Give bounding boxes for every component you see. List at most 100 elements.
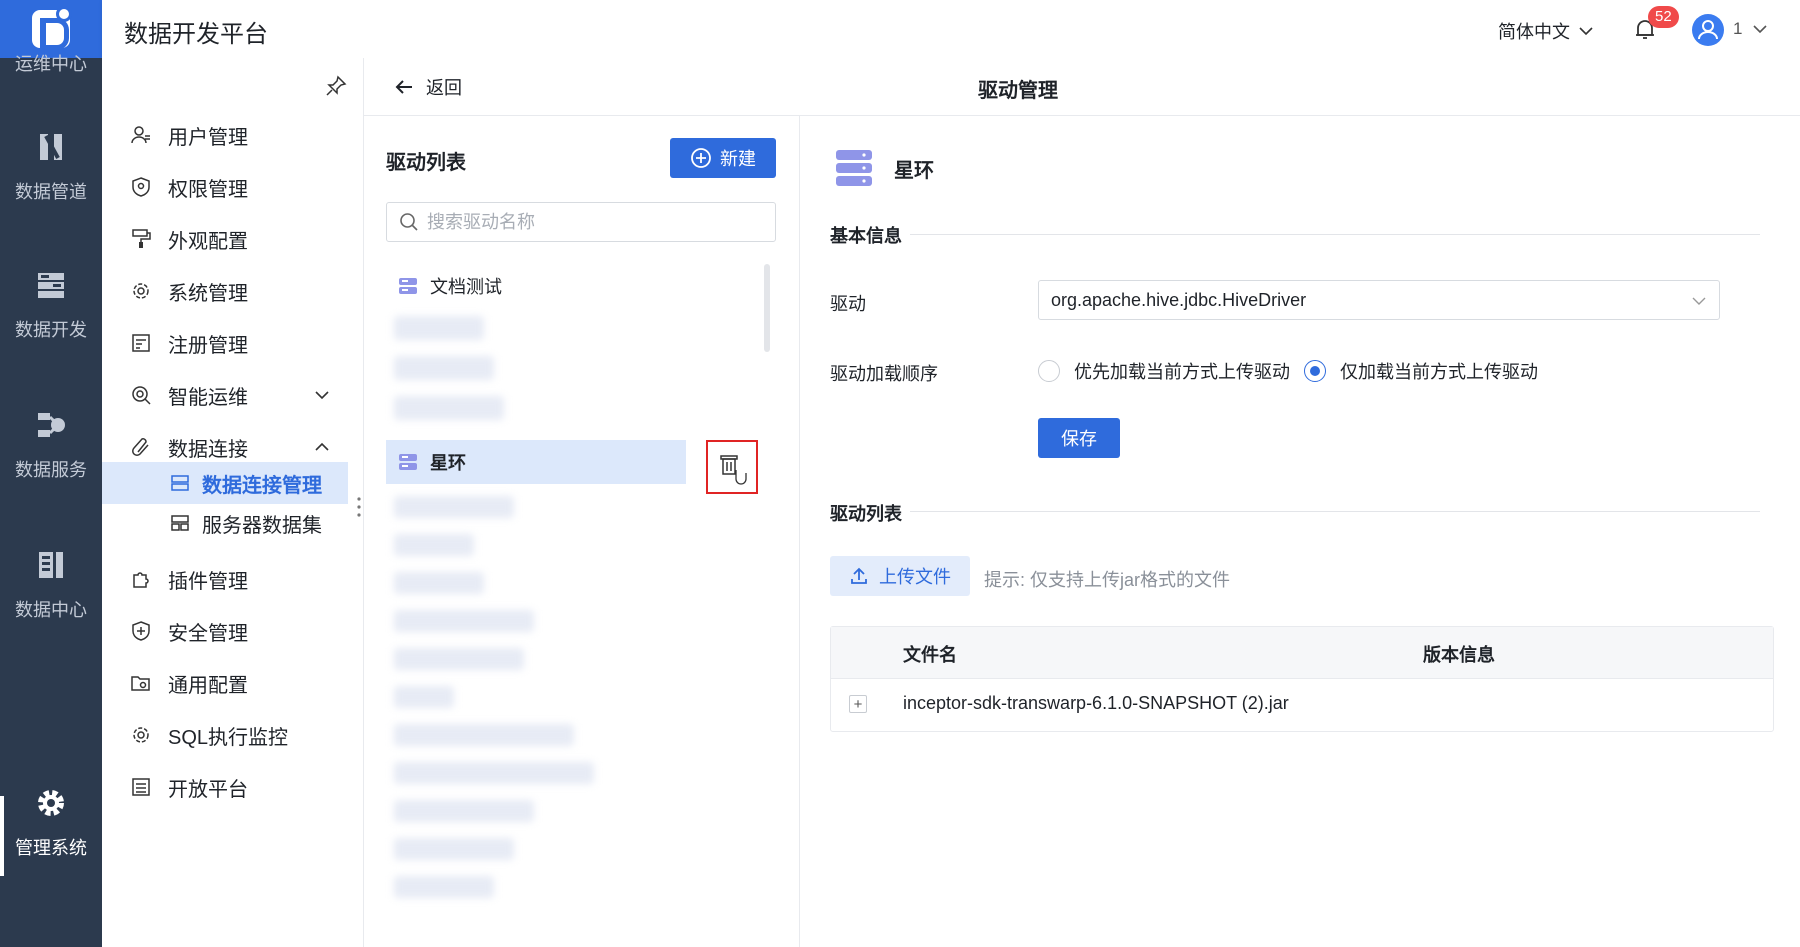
user-menu[interactable]: 1 bbox=[1733, 19, 1768, 39]
rail-item-service[interactable]: 数据服务 bbox=[0, 408, 102, 482]
menu-item-security[interactable]: 安全管理 bbox=[102, 606, 364, 656]
delete-driver-button[interactable] bbox=[706, 440, 758, 494]
back-label: 返回 bbox=[426, 78, 462, 98]
load-option-only[interactable]: 仅加载当前方式上传驱动 bbox=[1304, 358, 1538, 384]
folder-gear-icon bbox=[131, 676, 150, 691]
driver-files-title: 驱动列表 bbox=[830, 504, 902, 524]
driver-name: 星环 bbox=[894, 160, 934, 182]
page-title: 驱动管理 bbox=[978, 80, 1058, 102]
driver-list-item[interactable]: 文档测试 bbox=[386, 264, 706, 308]
menu-item-general-config[interactable]: 通用配置 bbox=[102, 658, 364, 708]
db-connection-icon bbox=[171, 475, 189, 491]
gear-icon bbox=[38, 790, 64, 816]
menu-item-permission[interactable]: 权限管理 bbox=[102, 162, 364, 212]
smart-ops-icon bbox=[132, 386, 151, 405]
plus-circle-icon bbox=[691, 148, 711, 168]
menu-item-plugin[interactable]: 插件管理 bbox=[102, 554, 364, 604]
blurred-driver-item bbox=[394, 496, 514, 518]
register-icon bbox=[132, 334, 150, 352]
shield-icon bbox=[132, 177, 150, 197]
save-button[interactable]: 保存 bbox=[1038, 418, 1120, 458]
logo-mark bbox=[32, 6, 72, 50]
list-scrollbar[interactable] bbox=[764, 264, 770, 352]
menu-item-register[interactable]: 注册管理 bbox=[102, 318, 364, 368]
service-icon bbox=[38, 413, 65, 437]
driver-detail-panel: 星环 基本信息 驱动 org.apache.hive.jdbc.HiveDriv… bbox=[800, 116, 1800, 947]
menu-item-label: 系统管理 bbox=[168, 282, 248, 305]
avatar[interactable] bbox=[1692, 14, 1724, 46]
rail-item-label: 管理系统 bbox=[15, 838, 87, 858]
radio-circle[interactable] bbox=[1038, 360, 1060, 382]
link-icon bbox=[132, 438, 149, 456]
data-center-icon bbox=[39, 552, 63, 578]
chevron-up-icon bbox=[315, 442, 329, 451]
basic-info-title: 基本信息 bbox=[830, 226, 902, 246]
notification-badge: 52 bbox=[1648, 6, 1679, 28]
menu-item-label: 开放平台 bbox=[168, 778, 248, 801]
menu-item-smart-ops[interactable]: 智能运维 bbox=[102, 370, 364, 420]
puzzle-icon bbox=[133, 572, 149, 588]
blurred-driver-item bbox=[394, 610, 534, 632]
driver-item-label: 文档测试 bbox=[430, 277, 502, 297]
driver-item-label: 星环 bbox=[430, 453, 466, 473]
section-divider bbox=[910, 234, 1760, 235]
server-dataset-icon bbox=[171, 515, 189, 531]
chevron-down-icon bbox=[315, 391, 329, 400]
rail-item-management[interactable]: 管理系统 bbox=[0, 786, 102, 860]
menu-item-label: 外观配置 bbox=[168, 230, 248, 253]
menu-item-system[interactable]: 系统管理 bbox=[102, 266, 364, 316]
driver-search bbox=[386, 202, 776, 242]
menu-item-label: 权限管理 bbox=[168, 178, 248, 201]
load-option-priority[interactable]: 优先加载当前方式上传驱动 bbox=[1038, 358, 1290, 384]
database-icon bbox=[399, 454, 417, 470]
rail-item-label: 数据开发 bbox=[15, 320, 87, 340]
new-driver-button[interactable]: 新建 bbox=[670, 138, 776, 178]
submenu-item-server-dataset[interactable]: 服务器数据集 bbox=[102, 502, 364, 544]
monitor-icon bbox=[133, 727, 149, 743]
rail-item-pipeline[interactable]: 数据管道 bbox=[0, 130, 102, 204]
menu-item-label: SQL执行监控 bbox=[168, 726, 289, 749]
paint-roller-icon bbox=[132, 229, 151, 248]
back-button[interactable]: 返回 bbox=[394, 74, 462, 100]
expand-row-button[interactable]: + bbox=[849, 695, 867, 713]
upload-icon bbox=[851, 567, 867, 584]
chevron-down-icon bbox=[1692, 297, 1706, 305]
file-name-cell: inceptor-sdk-transwarp-6.1.0-SNAPSHOT (2… bbox=[903, 693, 1289, 713]
rail-item-data-center[interactable]: 数据中心 bbox=[0, 548, 102, 622]
user-avatar-icon bbox=[1698, 20, 1718, 40]
menu-item-label: 用户管理 bbox=[168, 126, 248, 149]
menu-item-user[interactable]: 用户管理 bbox=[102, 110, 364, 160]
upload-label: 上传文件 bbox=[879, 567, 951, 587]
chevron-down-icon bbox=[1753, 25, 1768, 34]
driver-list-item-selected[interactable]: 星环 bbox=[386, 440, 686, 484]
driver-select[interactable]: org.apache.hive.jdbc.HiveDriver bbox=[1038, 280, 1720, 320]
app-title: 数据开发平台 bbox=[124, 21, 268, 48]
column-header-version: 版本信息 bbox=[1423, 645, 1495, 665]
rail-item-develop[interactable]: 数据开发 bbox=[0, 268, 102, 342]
blurred-driver-item bbox=[394, 396, 504, 420]
radio-label: 仅加载当前方式上传驱动 bbox=[1340, 362, 1538, 382]
driver-search-input[interactable] bbox=[427, 211, 757, 233]
driver-files-table: 文件名 版本信息 + inceptor-sdk-transwarp-6.1.0-… bbox=[830, 626, 1774, 732]
menu-item-label: 通用配置 bbox=[168, 674, 248, 697]
pin-icon[interactable] bbox=[324, 74, 348, 98]
blurred-driver-item bbox=[394, 356, 494, 380]
language-selector[interactable]: 简体中文 bbox=[1498, 18, 1594, 44]
chevron-down-icon bbox=[1579, 27, 1593, 36]
rail-active-indicator bbox=[0, 796, 4, 876]
submenu-item-label: 服务器数据集 bbox=[202, 514, 322, 537]
menu-item-label: 安全管理 bbox=[168, 622, 248, 645]
rail-item-ops-center[interactable]: 运维中心 bbox=[0, 52, 102, 72]
app-logo[interactable] bbox=[0, 0, 102, 58]
submenu-item-connection-management[interactable]: 数据连接管理 bbox=[102, 462, 348, 504]
menu-item-appearance[interactable]: 外观配置 bbox=[102, 214, 364, 264]
blurred-driver-item bbox=[394, 724, 574, 746]
menu-item-sql-monitor[interactable]: SQL执行监控 bbox=[102, 710, 364, 760]
upload-file-button[interactable]: 上传文件 bbox=[830, 556, 970, 596]
driver-list-title: 驱动列表 bbox=[386, 152, 466, 174]
menu-item-open-platform[interactable]: 开放平台 bbox=[102, 762, 364, 812]
radio-label: 优先加载当前方式上传驱动 bbox=[1074, 362, 1290, 382]
content-header: 返回 驱动管理 bbox=[364, 58, 1800, 116]
radio-circle-checked[interactable] bbox=[1304, 360, 1326, 382]
blurred-driver-item bbox=[394, 838, 514, 860]
